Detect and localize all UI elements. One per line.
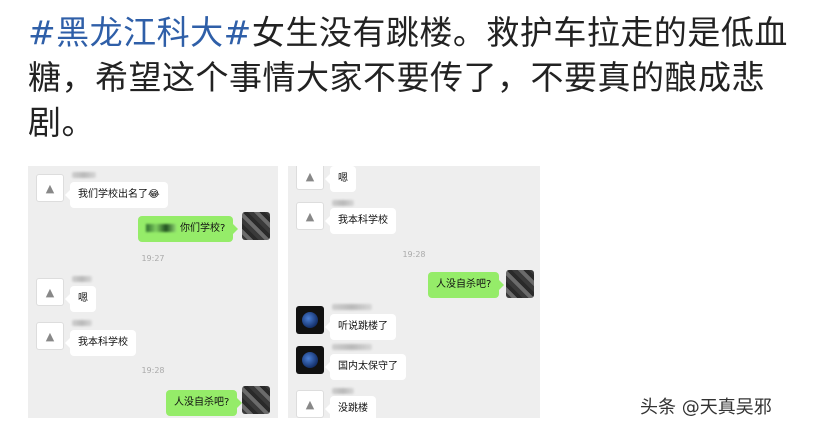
contact-avatar: ▲	[36, 174, 64, 202]
message-text: 嗯	[78, 293, 88, 304]
chat-bubble-incoming: 没跳楼	[325, 396, 376, 418]
message-text: 人没自杀吧?	[436, 279, 492, 290]
message-text: 我本科学校	[78, 337, 128, 348]
sender-name-blurred	[332, 200, 354, 206]
message-text: 没跳楼	[338, 403, 368, 414]
chat-bubble-outgoing: 你们学校?	[138, 216, 239, 242]
chat-bubble-incoming: 嗯	[65, 286, 96, 312]
chat-bubble-incoming: 国内太保守了	[325, 354, 406, 380]
self-avatar	[242, 212, 270, 240]
chat-screenshot-right: ▲ 嗯 ▲ 我本科学校 19:28 人没自杀吧? 听说跳楼了 国内太保守了 ▲ …	[288, 166, 540, 418]
post-text: #黑龙江科大#女生没有跳楼。救护车拉走的是低血糖，希望这个事情大家不要传了，不要…	[28, 10, 808, 145]
sender-name-blurred	[72, 172, 96, 178]
laugh-emoji-icon: 😂	[148, 189, 160, 200]
blurred-text	[146, 224, 176, 232]
sender-name-blurred	[332, 344, 372, 350]
chat-timestamp: 19:28	[141, 366, 165, 375]
message-text: 听说跳楼了	[338, 321, 388, 332]
sender-name-blurred	[332, 388, 354, 394]
sender-name-blurred	[332, 304, 372, 310]
contact-avatar: ▲	[296, 202, 324, 230]
chat-timestamp: 19:28	[402, 250, 426, 259]
message-text: 人没自杀吧?	[174, 397, 230, 408]
contact-avatar: ▲	[296, 166, 324, 190]
message-text: 我本科学校	[338, 215, 388, 226]
contact-avatar: ▲	[36, 278, 64, 306]
message-text: 你们学校?	[180, 223, 226, 234]
self-avatar	[506, 270, 534, 298]
sender-name-blurred	[72, 276, 92, 282]
chat-bubble-incoming: 我们学校出名了😂	[65, 182, 168, 208]
chat-bubble-incoming: 我本科学校	[325, 208, 396, 234]
message-text: 国内太保守了	[338, 361, 398, 372]
watermark: 头条 @天真吴邪	[640, 397, 772, 418]
message-text: 我们学校出名了	[78, 189, 148, 200]
contact-avatar: ▲	[36, 322, 64, 350]
contact-avatar-earth	[296, 346, 324, 374]
contact-avatar-earth	[296, 306, 324, 334]
chat-bubble-incoming: 嗯	[325, 166, 356, 192]
chat-timestamp: 19:27	[141, 254, 165, 263]
chat-bubble-outgoing: 人没自杀吧?	[428, 272, 505, 298]
hashtag-link[interactable]: #黑龙江科大#	[28, 13, 252, 52]
self-avatar	[242, 386, 270, 414]
chat-bubble-outgoing: 人没自杀吧?	[166, 390, 243, 416]
chat-screenshot-left: ▲ 我们学校出名了😂 你们学校? 19:27 ▲ 嗯 ▲ 我本科学校 19:28…	[28, 166, 278, 418]
chat-bubble-incoming: 听说跳楼了	[325, 314, 396, 340]
sender-name-blurred	[72, 320, 92, 326]
contact-avatar: ▲	[296, 390, 324, 418]
message-text: 嗯	[338, 173, 348, 184]
chat-bubble-incoming: 我本科学校	[65, 330, 136, 356]
